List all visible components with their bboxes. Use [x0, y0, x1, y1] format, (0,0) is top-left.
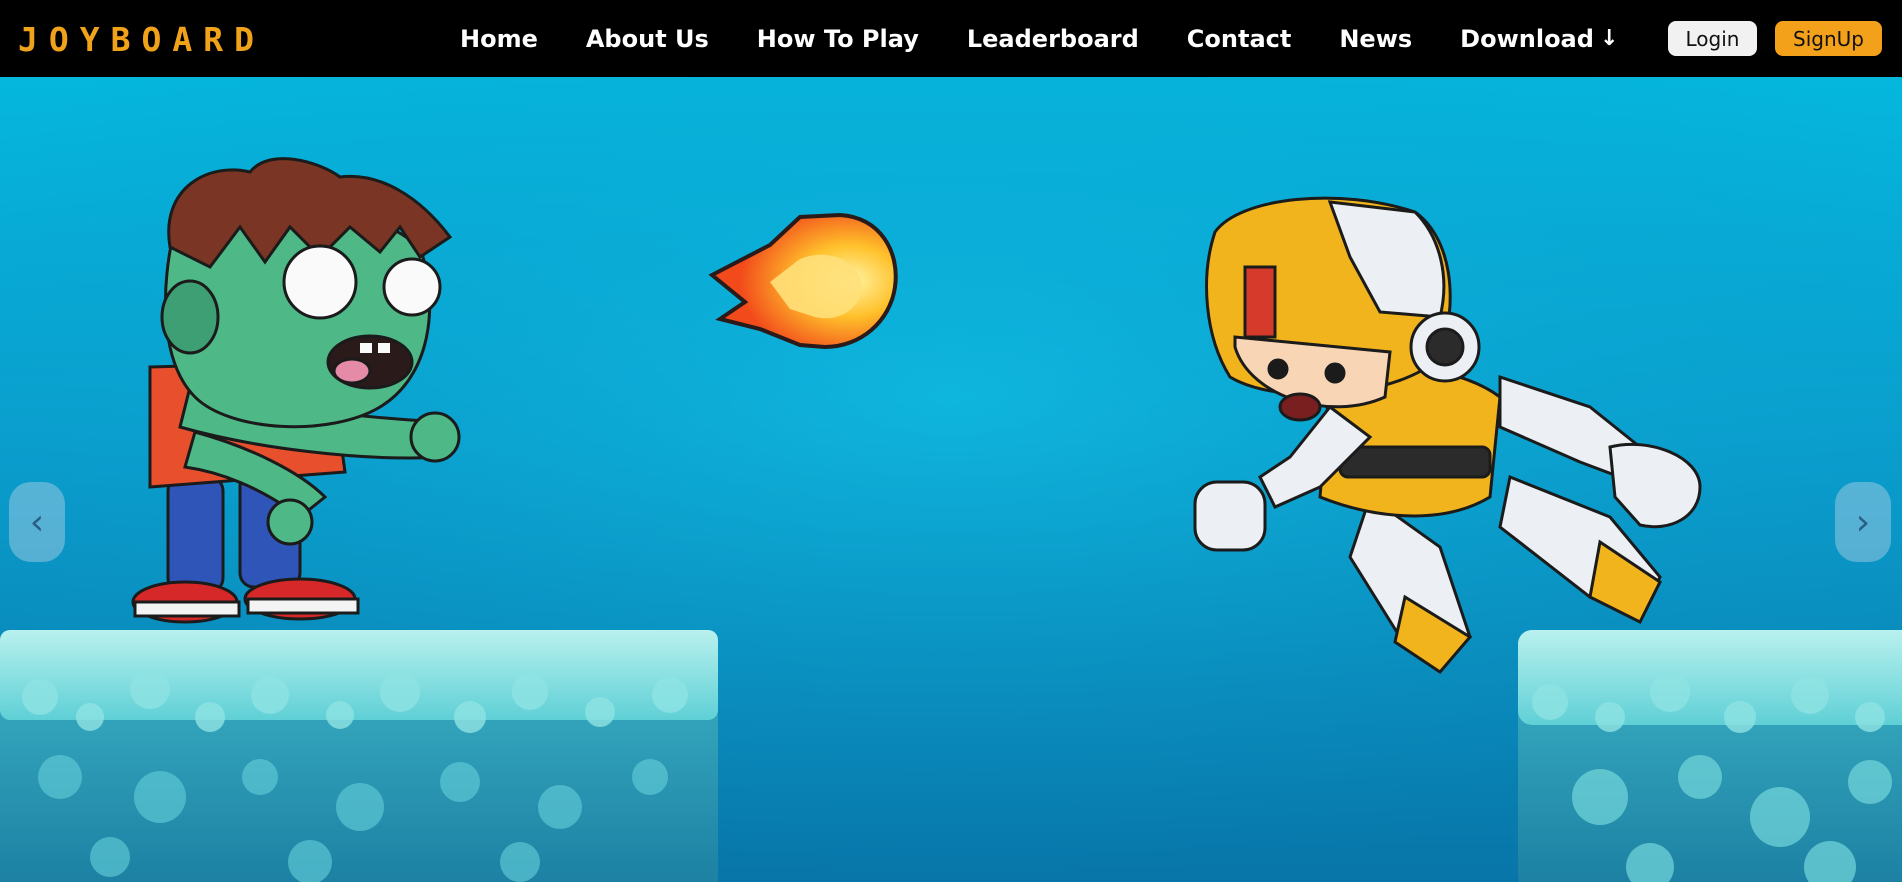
- right-ice-platform: [1518, 630, 1902, 882]
- chevron-right-icon: ›: [1855, 501, 1871, 543]
- carousel-prev-button[interactable]: ‹: [9, 482, 65, 562]
- nav-download[interactable]: Download ↓: [1460, 25, 1618, 53]
- top-navigation-bar: JOYBOARD Home About Us How To Play Leade…: [0, 0, 1902, 77]
- download-arrow-icon: ↓: [1599, 26, 1619, 51]
- nav-leaderboard[interactable]: Leaderboard: [967, 25, 1139, 53]
- nav-news[interactable]: News: [1339, 25, 1412, 53]
- nav-about-us[interactable]: About Us: [586, 25, 709, 53]
- login-button[interactable]: Login: [1668, 21, 1757, 56]
- nav-download-label: Download: [1460, 24, 1594, 53]
- main-nav: Home About Us How To Play Leaderboard Co…: [460, 0, 1666, 77]
- hero-carousel-slide: ‹ ›: [0, 77, 1902, 882]
- left-ice-platform: [0, 630, 718, 882]
- nav-contact[interactable]: Contact: [1187, 25, 1292, 53]
- nav-home[interactable]: Home: [460, 25, 538, 53]
- nav-how-to-play[interactable]: How To Play: [757, 25, 919, 53]
- chevron-left-icon: ‹: [29, 501, 45, 543]
- site-logo[interactable]: JOYBOARD: [18, 20, 265, 59]
- signup-button[interactable]: SignUp: [1775, 21, 1882, 56]
- carousel-next-button[interactable]: ›: [1835, 482, 1891, 562]
- hero-game-scene: [0, 77, 1902, 882]
